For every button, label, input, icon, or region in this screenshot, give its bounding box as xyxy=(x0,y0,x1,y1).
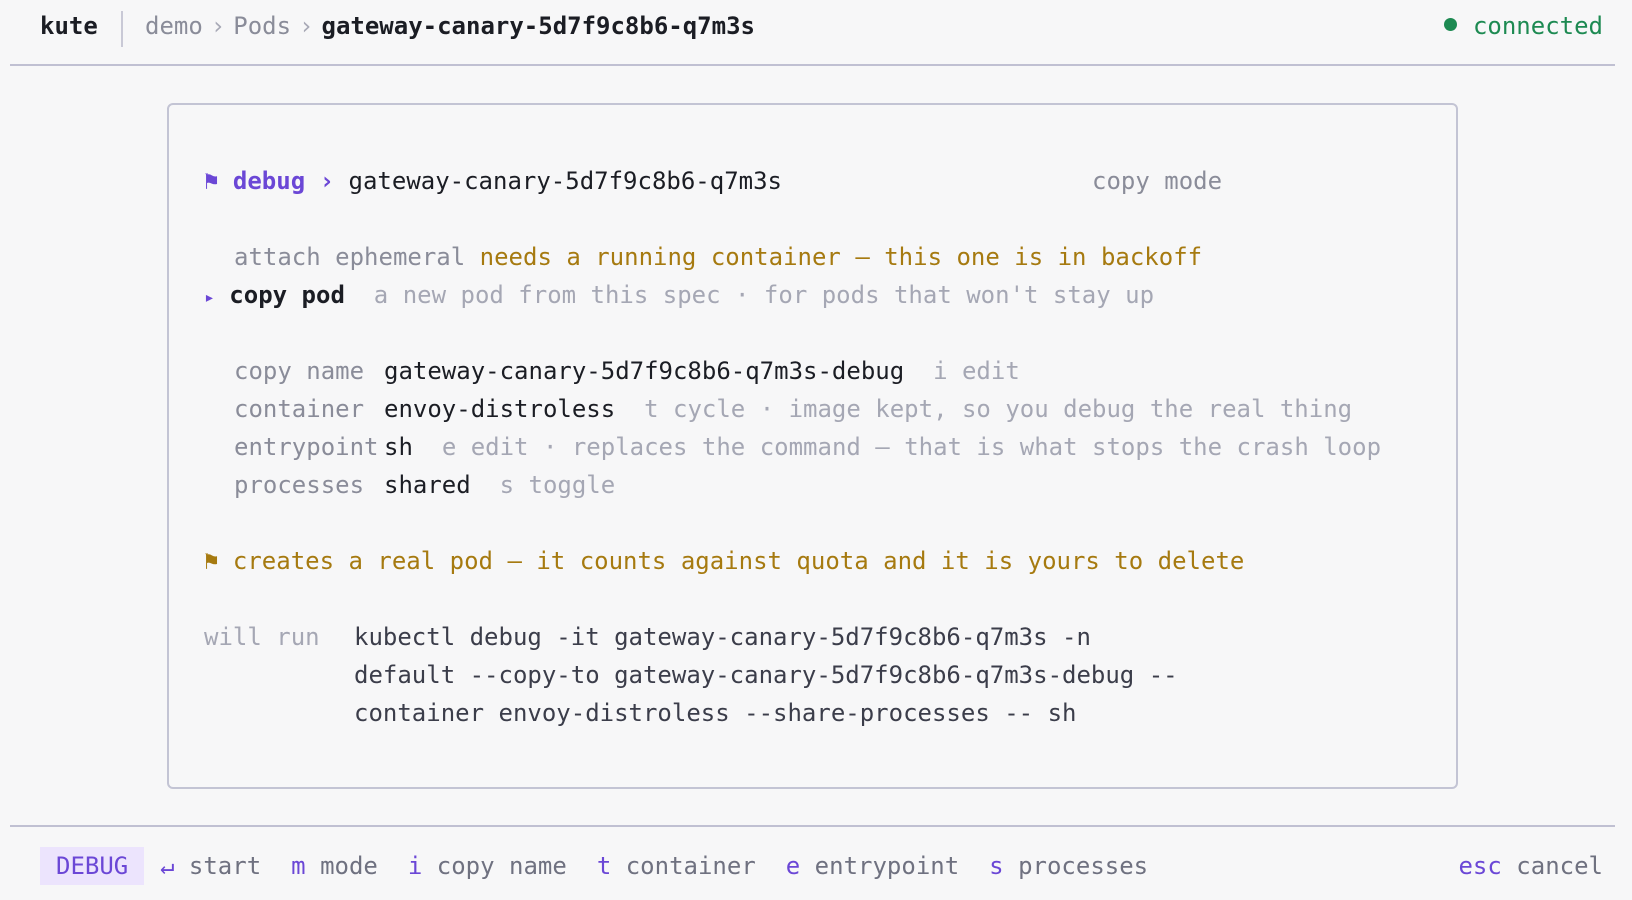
warning-text: creates a real pod — it counts against q… xyxy=(232,547,1245,575)
option-note: needs a running container — this one is … xyxy=(479,243,1203,271)
key-hint-copy-name[interactable]: i copy name xyxy=(408,852,567,880)
field-entrypoint[interactable]: sh e edit · replaces the command — that … xyxy=(384,429,1381,465)
key-hint-mode[interactable]: m mode xyxy=(291,852,378,880)
command-line: container envoy-distroless --share-proce… xyxy=(354,699,1077,727)
connection-status-label: connected xyxy=(1472,12,1603,40)
breadcrumb-separator: › xyxy=(210,12,226,40)
option-attach-ephemeral[interactable]: attach ephemeral needs a running contain… xyxy=(234,239,1202,275)
key-hint-entrypoint[interactable]: e entrypoint xyxy=(786,852,959,880)
breadcrumb-current: gateway-canary-5d7f9c8b6-q7m3s xyxy=(321,12,755,40)
panel-header-label: debug xyxy=(232,167,306,195)
key-hint-cancel[interactable]: esc cancel xyxy=(1458,847,1603,885)
breadcrumb-separator: › xyxy=(299,12,314,40)
key-hint-start[interactable]: ↵ start xyxy=(160,852,261,880)
field-hint: e edit · replaces the command — that is … xyxy=(441,433,1382,461)
debug-panel: ⚑ debug › gateway-canary-5d7f9c8b6-q7m3s… xyxy=(167,103,1458,789)
bottom-bar: DEBUG ↵ start m mode i copy name t containe… xyxy=(10,825,1615,900)
app-name: kute xyxy=(40,12,98,40)
quota-warning: ⚑ creates a real pod — it counts against… xyxy=(204,543,1244,579)
command-label: will run xyxy=(204,623,320,651)
breadcrumb: demo › Pods › gateway-canary-5d7f9c8b6-q7m3s xyxy=(145,12,755,40)
field-hint: s toggle xyxy=(499,471,616,499)
mode-badge: DEBUG xyxy=(40,847,145,885)
field-hint: i edit xyxy=(933,357,1020,385)
breadcrumb-item-namespace[interactable]: demo xyxy=(145,12,203,40)
key-hint-processes[interactable]: s processes xyxy=(989,852,1148,880)
flag-icon: ⚑ xyxy=(204,167,219,195)
header-divider xyxy=(121,11,123,47)
field-value: envoy-distroless xyxy=(384,395,616,423)
keybinding-list: ↵ start m mode i copy name t container e ent… xyxy=(160,847,1148,885)
option-label: attach ephemeral xyxy=(234,243,466,271)
mode-indicator: copy mode xyxy=(1092,167,1223,195)
field-value: gateway-canary-5d7f9c8b6-q7m3s-debug xyxy=(384,357,905,385)
field-value: shared xyxy=(384,471,471,499)
panel-header-pod: gateway-canary-5d7f9c8b6-q7m3s xyxy=(348,167,782,195)
option-note: a new pod from this spec · for pods that… xyxy=(373,281,1155,309)
selection-caret-icon: ▸ xyxy=(204,287,215,308)
field-label-entrypoint: entrypoint xyxy=(234,433,379,461)
connection-status: connected xyxy=(1443,12,1603,40)
field-label-container: container xyxy=(234,395,365,423)
field-hint: t cycle · image kept, so you debug the r… xyxy=(644,395,1353,423)
option-copy-pod[interactable]: ▸ copy pod a new pod from this spec · fo… xyxy=(204,277,1154,313)
field-copy-name[interactable]: gateway-canary-5d7f9c8b6-q7m3s-debug i e… xyxy=(384,353,1020,389)
field-label-copy-name: copy name xyxy=(234,357,365,385)
status-dot-icon xyxy=(1443,18,1457,31)
command-line: default --copy-to gateway-canary-5d7f9c8… xyxy=(354,661,1178,689)
panel-header-separator: › xyxy=(319,167,335,195)
field-processes[interactable]: shared s toggle xyxy=(384,467,615,503)
key-hint-container[interactable]: t container xyxy=(597,852,756,880)
option-label: copy pod xyxy=(229,281,345,309)
panel-header: ⚑ debug › gateway-canary-5d7f9c8b6-q7m3s xyxy=(204,163,782,199)
flag-icon: ⚑ xyxy=(204,547,219,575)
breadcrumb-item-pods[interactable]: Pods xyxy=(233,12,291,40)
field-value: sh xyxy=(384,433,413,461)
field-container[interactable]: envoy-distroless t cycle · image kept, s… xyxy=(384,391,1352,427)
return-key-icon: ↵ xyxy=(160,852,175,880)
field-label-processes: processes xyxy=(234,471,365,499)
command-line: kubectl debug -it gateway-canary-5d7f9c8… xyxy=(354,623,1091,651)
top-bar: kute demo › Pods › gateway-canary-5d7f9c8b6-… xyxy=(10,0,1615,66)
